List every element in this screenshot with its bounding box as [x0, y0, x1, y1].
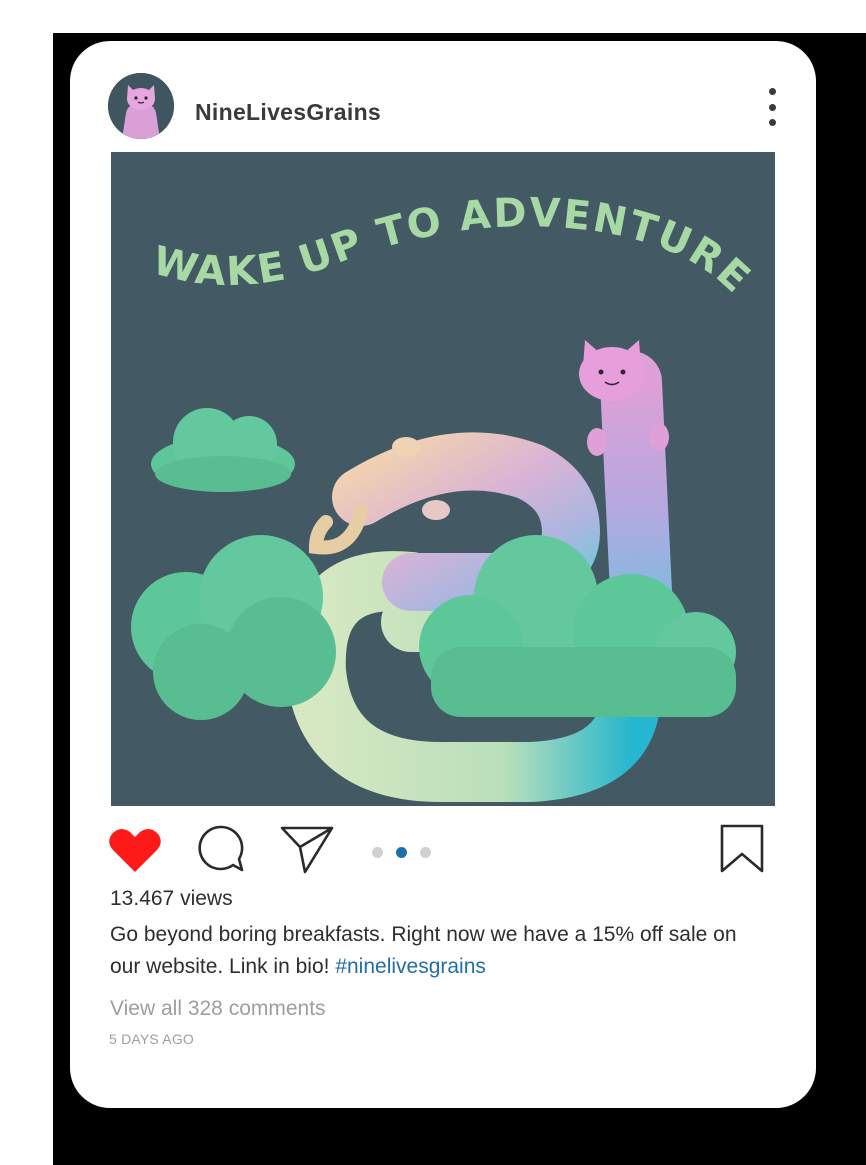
cat-neck [600, 351, 672, 623]
cloud-left [131, 535, 336, 720]
view-comments-link[interactable]: View all 328 comments [110, 997, 326, 1021]
more-vertical-icon-dot [768, 103, 776, 111]
carousel-dot[interactable] [420, 847, 431, 858]
carousel-dot[interactable] [372, 847, 383, 858]
speech-bubble-icon [198, 825, 244, 872]
heart-icon [109, 828, 161, 872]
more-options-button[interactable] [760, 88, 784, 126]
view-count: 13.467 views [110, 887, 233, 910]
save-button[interactable] [720, 824, 764, 879]
cat-tail [308, 505, 368, 555]
share-button[interactable] [279, 825, 335, 880]
profile-avatar[interactable] [108, 73, 174, 139]
paper-plane-icon [280, 826, 334, 874]
post-caption: Go beyond boring breakfasts. Right now w… [110, 919, 770, 983]
post-illustration: WAKE UP TO ADVENTURE [131, 190, 759, 802]
cat-head [579, 340, 645, 401]
cloud-small [151, 408, 295, 492]
more-vertical-icon-dot [768, 119, 776, 126]
hashtag-link[interactable]: #ninelivesgrains [335, 955, 486, 978]
post-timestamp: 5 DAYS AGO [109, 1031, 194, 1047]
like-button[interactable] [108, 826, 162, 879]
carousel-indicator[interactable] [372, 847, 431, 858]
comment-button[interactable] [197, 824, 245, 879]
image-title: WAKE UP TO ADVENTURE [148, 190, 759, 303]
post-card: NineLivesGrains WAKE UP TO ADVENTURE 13.… [70, 41, 816, 1108]
username[interactable]: NineLivesGrains [195, 99, 381, 126]
bookmark-icon [720, 824, 764, 873]
cat-avatar-icon [108, 73, 174, 139]
carousel-dot-active[interactable] [396, 847, 407, 858]
post-image[interactable]: WAKE UP TO ADVENTURE [111, 152, 775, 806]
more-vertical-icon [768, 88, 776, 95]
